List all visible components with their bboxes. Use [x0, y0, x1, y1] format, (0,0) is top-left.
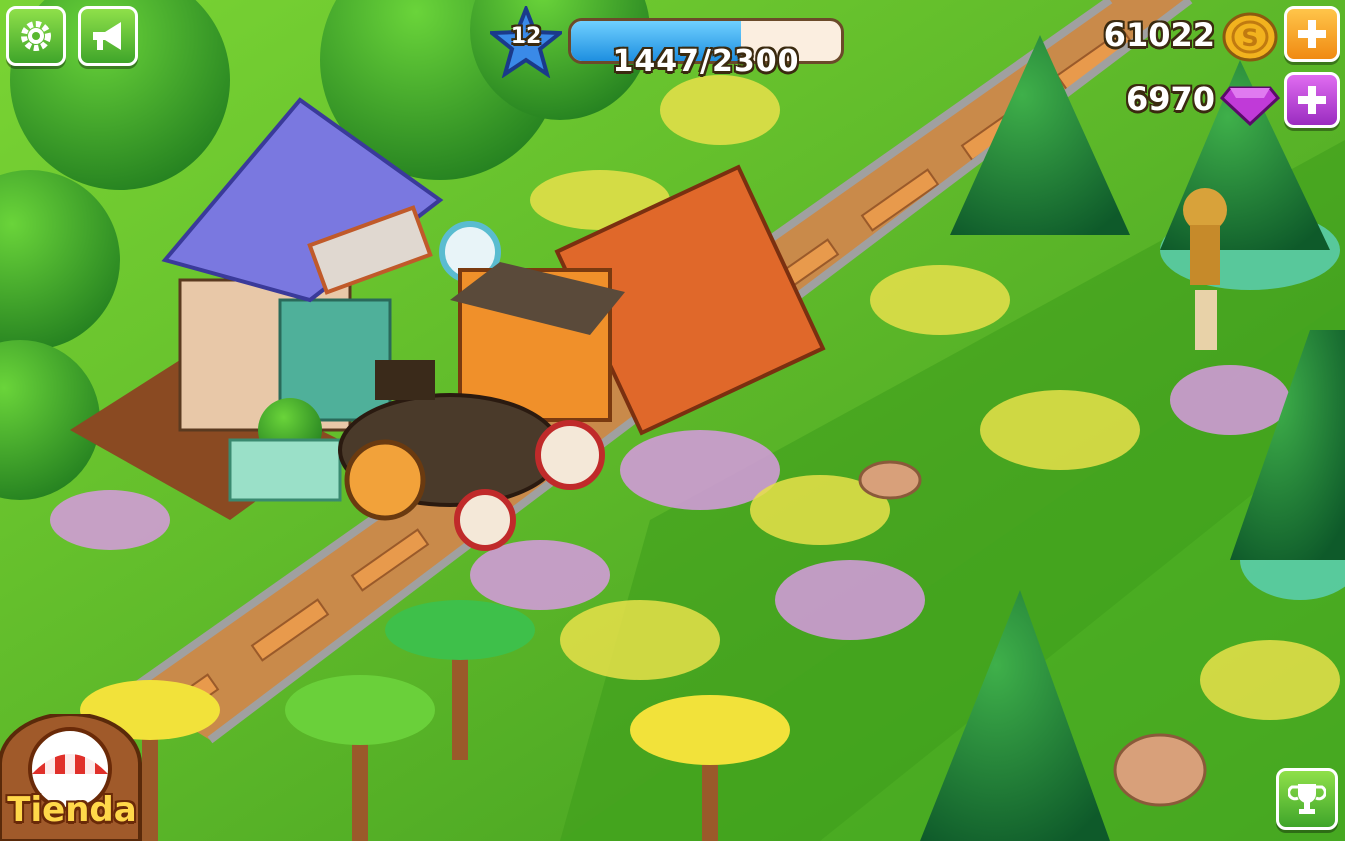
gems-counter: 6970: [1125, 80, 1215, 118]
achievements-button[interactable]: [1276, 768, 1338, 830]
plus-icon: [1298, 20, 1326, 48]
game-world[interactable]: [0, 0, 1345, 841]
gear-icon: [21, 21, 51, 51]
megaphone-icon: [93, 22, 121, 50]
xp-progress-text: 1447/2300: [612, 44, 800, 79]
trophy-icon: [1288, 784, 1326, 814]
coins-counter: 61022: [1103, 16, 1215, 54]
settings-button[interactable]: [6, 6, 66, 66]
coin-icon: S: [1222, 12, 1278, 62]
level-number: 12: [510, 24, 542, 49]
news-button[interactable]: [78, 6, 138, 66]
shop-label: Tienda: [7, 790, 137, 830]
add-coins-button[interactable]: [1284, 6, 1340, 62]
add-gems-button[interactable]: [1284, 72, 1340, 128]
plus-icon: [1298, 86, 1326, 114]
gem-icon: [1220, 86, 1280, 126]
rock: [1113, 733, 1207, 807]
svg-text:S: S: [1241, 24, 1258, 52]
rock: [858, 460, 922, 500]
